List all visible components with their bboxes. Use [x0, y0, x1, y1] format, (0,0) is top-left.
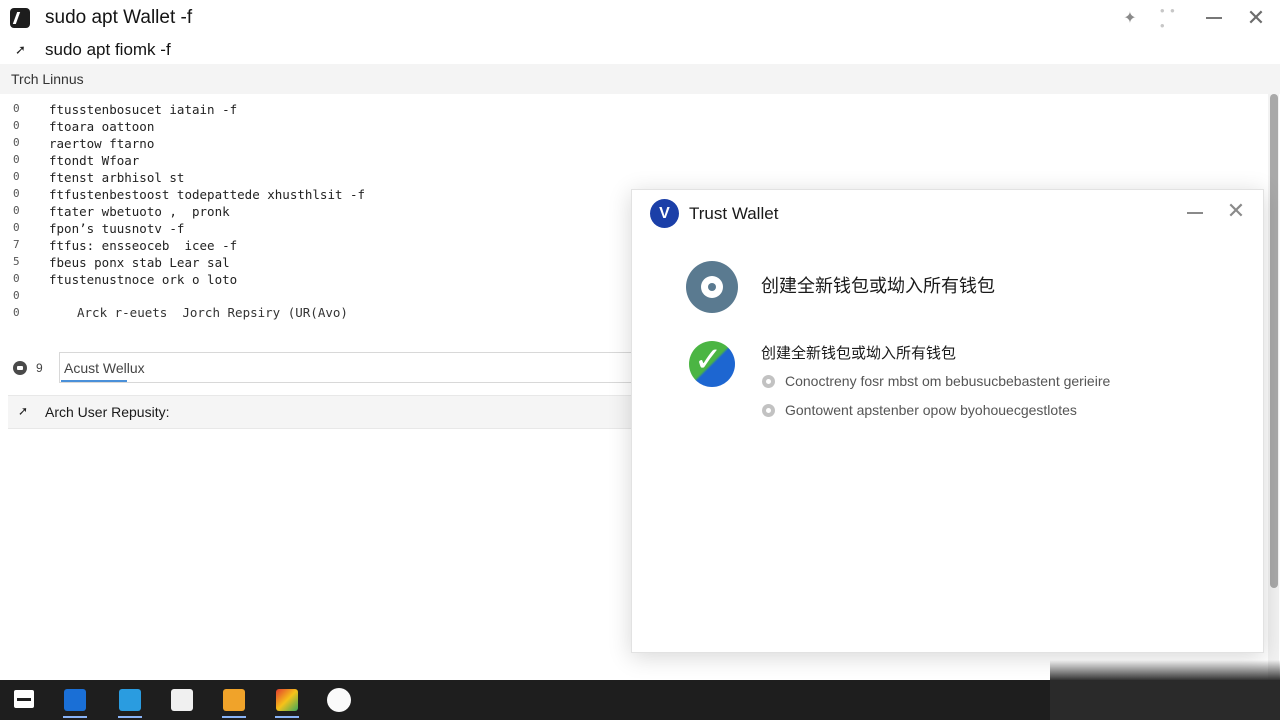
line-text: ftondt Wfoar: [49, 153, 140, 168]
search-input[interactable]: [59, 352, 639, 383]
trust-wallet-logo-icon: V: [650, 199, 679, 228]
checkmark-icon: ✓: [694, 341, 723, 379]
line-number: 0: [13, 170, 20, 183]
aur-arrow-icon: ➚: [18, 404, 29, 418]
line-number: 0: [13, 272, 20, 285]
terminal-line: 0 ftondt Wfoar: [0, 153, 640, 170]
line-number: 0: [13, 221, 20, 234]
system-tray[interactable]: [1050, 660, 1280, 720]
line-number: 0: [13, 102, 20, 115]
line-number: 7: [13, 238, 20, 251]
taskbar-active-indicator: [118, 716, 142, 718]
dialog-close-icon[interactable]: ✕: [1225, 200, 1247, 222]
terminal-line: 0 ftusstenbosucet iatain -f: [0, 102, 640, 119]
line-text: raertow ftarno: [49, 136, 155, 151]
input-row-number: 9: [36, 361, 43, 375]
search-result-line: Arck r-euets Jorch Repsiry (UR(Avo): [77, 305, 348, 320]
terminal-line: 0 ftoara oattoon: [0, 119, 640, 136]
terminal-line: 0 ftater wbetuoto , pronk: [0, 204, 640, 221]
taskbar-active-indicator: [63, 716, 87, 718]
minimize-icon[interactable]: [1202, 6, 1226, 30]
aur-label: Arch User Repusity:: [45, 404, 170, 420]
line-number: 0: [13, 289, 20, 302]
line-text: fpon’s tuusnotv -f: [49, 221, 185, 236]
terminal-line: 0 raertow ftarno: [0, 136, 640, 153]
window-title: sudo apt Wallet -f: [45, 7, 193, 28]
terminal-app-icon: [10, 8, 30, 28]
terminal-line: 0 ftfustenbestoost todepattede xhusthlsit…: [0, 187, 640, 204]
line-number: 0: [13, 153, 20, 166]
start-icon[interactable]: [14, 690, 34, 708]
terminal-line: 0 fpon’s tuusnotv -f: [0, 221, 640, 238]
tab-bar: [0, 64, 1280, 94]
terminal-line: 0 ftustenustnoce ork o loto: [0, 272, 640, 289]
window-controls: ✦ • • • ✕: [1118, 3, 1268, 33]
create-wallet-option[interactable]: 创建全新钱包或坳入所有钱包: [761, 272, 995, 298]
prompt-icon: [13, 361, 27, 375]
line-number: 0: [13, 204, 20, 217]
window-app-icon[interactable]: [119, 689, 141, 711]
option-description-2: Gontowent apstenber opow byohouecgestlot…: [785, 402, 1077, 418]
line-number: 5: [13, 255, 20, 268]
trust-wallet-dialog: V Trust Wallet ✕ 创建全新钱包或坳入所有钱包 ✓ 创建全新钱包或…: [631, 189, 1264, 653]
scrollbar-thumb[interactable]: [1270, 94, 1278, 588]
terminal-line: 0: [0, 289, 640, 306]
photos-app-icon[interactable]: [276, 689, 298, 711]
import-wallet-option[interactable]: 创建全新钱包或坳入所有钱包: [761, 342, 956, 363]
line-text: ftfustenbestoost todepattede xhusthlsit …: [49, 187, 366, 202]
terminal-titlebar: sudo apt Wallet -f ✦ • • • ✕: [0, 0, 1280, 36]
line-text: ftustenustnoce ork o loto: [49, 272, 238, 287]
terminal-line: 5 fbeus ponx stab Lear sal: [0, 255, 640, 272]
line-text: fbeus ponx stab Lear sal: [49, 255, 230, 270]
bullet-icon: [762, 375, 775, 388]
terminal-line: 7 ftfus: ensseoceb icee -f: [0, 238, 640, 255]
dialog-minimize-icon[interactable]: [1185, 202, 1205, 222]
pin-icon[interactable]: ✦: [1118, 6, 1142, 30]
line-text: ftenst arbhisol st: [49, 170, 185, 185]
line-text: ftater wbetuoto , pronk: [49, 204, 230, 219]
more-icon[interactable]: • • •: [1160, 3, 1184, 33]
line-number: 0: [13, 119, 20, 132]
desktop-screen: sudo apt Wallet -f ✦ • • • ✕ ➚ sudo apt …: [0, 0, 1280, 720]
dialog-title: Trust Wallet: [689, 204, 779, 223]
taskbar-active-indicator: [275, 716, 299, 718]
window-subtitle: sudo apt fiomk -f: [45, 40, 171, 59]
tab-label[interactable]: Trch Linnus: [11, 71, 84, 87]
bullet-icon: [762, 404, 775, 417]
line-text: ftoara oattoon: [49, 119, 155, 134]
taskbar-active-indicator: [222, 716, 246, 718]
line-number: 0: [13, 136, 20, 149]
close-icon[interactable]: ✕: [1244, 5, 1268, 30]
line-number: 0: [13, 187, 20, 200]
phone-app-icon[interactable]: [171, 689, 193, 711]
line-number: 0: [13, 306, 20, 319]
file-explorer-icon[interactable]: [64, 689, 86, 711]
terminal-line: 0 ftenst arbhisol st: [0, 170, 640, 187]
create-wallet-icon[interactable]: [686, 261, 738, 313]
line-text: ftfus: ensseoceb icee -f: [49, 238, 238, 253]
option-description-1: Conoctreny fosr mbst om bebusucbebastent…: [785, 373, 1111, 389]
browser-app-icon[interactable]: [327, 688, 351, 712]
line-text: ftusstenbosucet iatain -f: [49, 102, 238, 117]
notes-app-icon[interactable]: [223, 689, 245, 711]
subtitle-arrow-icon: ➚: [15, 42, 26, 57]
search-input-focus-underline: [61, 380, 127, 382]
